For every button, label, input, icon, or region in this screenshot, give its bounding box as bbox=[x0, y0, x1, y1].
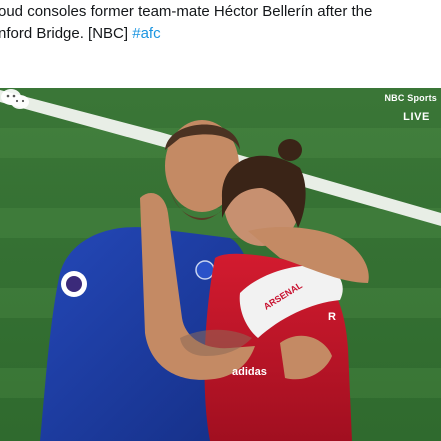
tweet-text-line-2: nford Bridge. [NBC] #afc bbox=[0, 24, 161, 44]
live-badge: LIVE bbox=[403, 111, 430, 123]
hair-bun bbox=[278, 139, 302, 161]
club-crest bbox=[195, 260, 215, 280]
tweet-text: oud consoles former team-mate Héctor Bel… bbox=[0, 0, 441, 88]
tweet-text-line-1: oud consoles former team-mate Héctor Bel… bbox=[0, 3, 373, 20]
jersey-sponsor-text: R bbox=[328, 311, 336, 323]
jersey-brand-text: adidas bbox=[232, 366, 267, 378]
sleeve-patch-inner bbox=[66, 276, 82, 292]
hashtag-link[interactable]: #afc bbox=[132, 25, 160, 42]
tweet-media-image[interactable]: ARSENAL adidas R NBC Sports LIVE bbox=[0, 88, 441, 441]
tweet-text-line-2-prefix: nford Bridge. [NBC] bbox=[0, 25, 133, 42]
broadcaster-logo: NBC Sports bbox=[384, 93, 437, 103]
match-photo: ARSENAL adidas R bbox=[0, 88, 441, 441]
wechat-icon bbox=[1, 89, 29, 109]
